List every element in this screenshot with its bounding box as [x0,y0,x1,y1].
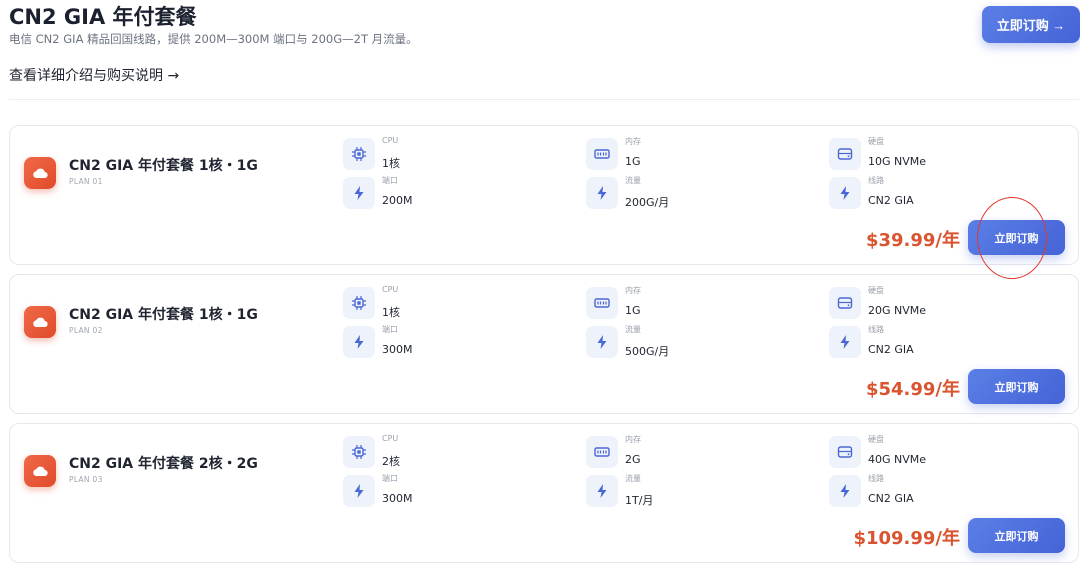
spec-value: CN2 GIA [868,492,914,505]
spec-value: 1T/月 [625,494,654,507]
spec-disk: 硬盘 20G NVMe [829,286,1029,323]
plan-name: CN2 GIA 年付套餐 2核・2G [69,456,258,472]
plan-name: CN2 GIA 年付套餐 1核・1G [69,158,258,174]
spec-value: CN2 GIA [868,343,914,356]
spec-memory: 内存 2G [586,435,786,472]
bolt-icon [586,177,618,209]
spec-disk: 硬盘 40G NVMe [829,435,1029,472]
plan-card-03: CN2 GIA 年付套餐 2核・2G PLAN 03 CPU 2核 内存 2G … [9,423,1079,563]
order-now-header-button[interactable]: 立即订购 → [982,6,1080,43]
details-link[interactable]: 查看详细介绍与购买说明 → [9,65,179,85]
spec-value: 1G [625,155,641,168]
spec-value: 300M [382,492,413,505]
spec-route: 线路 CN2 GIA [829,325,1029,362]
bolt-icon [586,326,618,358]
cloud-icon [24,306,56,338]
cpu-icon [343,287,375,319]
bolt-icon [586,475,618,507]
spec-label: CPU [382,136,399,145]
page-title: CN2 GIA 年付套餐 [9,5,197,29]
spec-label: 硬盘 [868,286,884,295]
spec-route: 线路 CN2 GIA [829,176,1029,213]
plan-card-02: CN2 GIA 年付套餐 1核・1G PLAN 02 CPU 1核 内存 1G … [9,274,1079,414]
disk-icon [829,436,861,468]
spec-cpu: CPU 2核 [343,434,543,472]
header-divider [9,99,1079,100]
spec-label: 内存 [625,137,641,146]
order-now-button[interactable]: 立即订购 [968,369,1065,404]
spec-label: 线路 [868,474,884,483]
spec-label: 流量 [625,176,641,185]
page-subtitle: 电信 CN2 GIA 精品回国线路，提供 200M—300M 端口与 200G—… [9,32,418,46]
spec-value: 1核 [382,157,400,170]
spec-label: CPU [382,285,399,294]
spec-label: 硬盘 [868,435,884,444]
bolt-icon [829,475,861,507]
memory-icon [586,436,618,468]
plan-price: $109.99/年 [853,528,960,549]
cpu-icon [343,436,375,468]
spec-label: 内存 [625,435,641,444]
bolt-icon [343,177,375,209]
spec-label: CPU [382,434,399,443]
spec-traffic: 流量 500G/月 [586,325,786,362]
order-now-button[interactable]: 立即订购 [968,518,1065,553]
spec-label: 端口 [382,474,398,483]
order-now-button[interactable]: 立即订购 [968,220,1065,255]
spec-route: 线路 CN2 GIA [829,474,1029,511]
spec-value: 300M [382,343,413,356]
spec-label: 硬盘 [868,137,884,146]
spec-port: 端口 300M [343,325,543,362]
spec-value: 20G NVMe [868,304,927,317]
spec-value: 200M [382,194,413,207]
plan-price: $39.99/年 [865,230,960,251]
plan-code: PLAN 02 [69,326,103,335]
spec-memory: 内存 1G [586,286,786,323]
spec-port: 端口 200M [343,176,543,213]
spec-label: 端口 [382,176,398,185]
bolt-icon [829,177,861,209]
plan-price: $54.99/年 [865,379,960,400]
plan-card-01: CN2 GIA 年付套餐 1核・1G PLAN 01 CPU 1核 内存 1G … [9,125,1079,265]
cloud-icon [24,157,56,189]
spec-value: 2G [625,453,641,466]
spec-disk: 硬盘 10G NVMe [829,137,1029,174]
disk-icon [829,138,861,170]
spec-label: 流量 [625,325,641,334]
bolt-icon [829,326,861,358]
spec-value: 2核 [382,455,400,468]
spec-memory: 内存 1G [586,137,786,174]
plan-code: PLAN 03 [69,475,103,484]
cpu-icon [343,138,375,170]
memory-icon [586,287,618,319]
spec-value: 1核 [382,306,400,319]
spec-value: 10G NVMe [868,155,927,168]
cloud-icon [24,455,56,487]
spec-port: 端口 300M [343,474,543,511]
page-header: CN2 GIA 年付套餐 电信 CN2 GIA 精品回国线路，提供 200M—3… [9,0,1080,100]
spec-value: 500G/月 [625,345,670,358]
spec-traffic: 流量 1T/月 [586,474,786,511]
spec-cpu: CPU 1核 [343,285,543,323]
spec-label: 线路 [868,325,884,334]
bolt-icon [343,326,375,358]
spec-label: 内存 [625,286,641,295]
spec-cpu: CPU 1核 [343,136,543,174]
spec-value: 40G NVMe [868,453,927,466]
plan-code: PLAN 01 [69,177,103,186]
spec-value: CN2 GIA [868,194,914,207]
spec-value: 1G [625,304,641,317]
spec-traffic: 流量 200G/月 [586,176,786,213]
spec-label: 端口 [382,325,398,334]
spec-label: 流量 [625,474,641,483]
plan-name: CN2 GIA 年付套餐 1核・1G [69,307,258,323]
disk-icon [829,287,861,319]
bolt-icon [343,475,375,507]
memory-icon [586,138,618,170]
spec-label: 线路 [868,176,884,185]
spec-value: 200G/月 [625,196,670,209]
